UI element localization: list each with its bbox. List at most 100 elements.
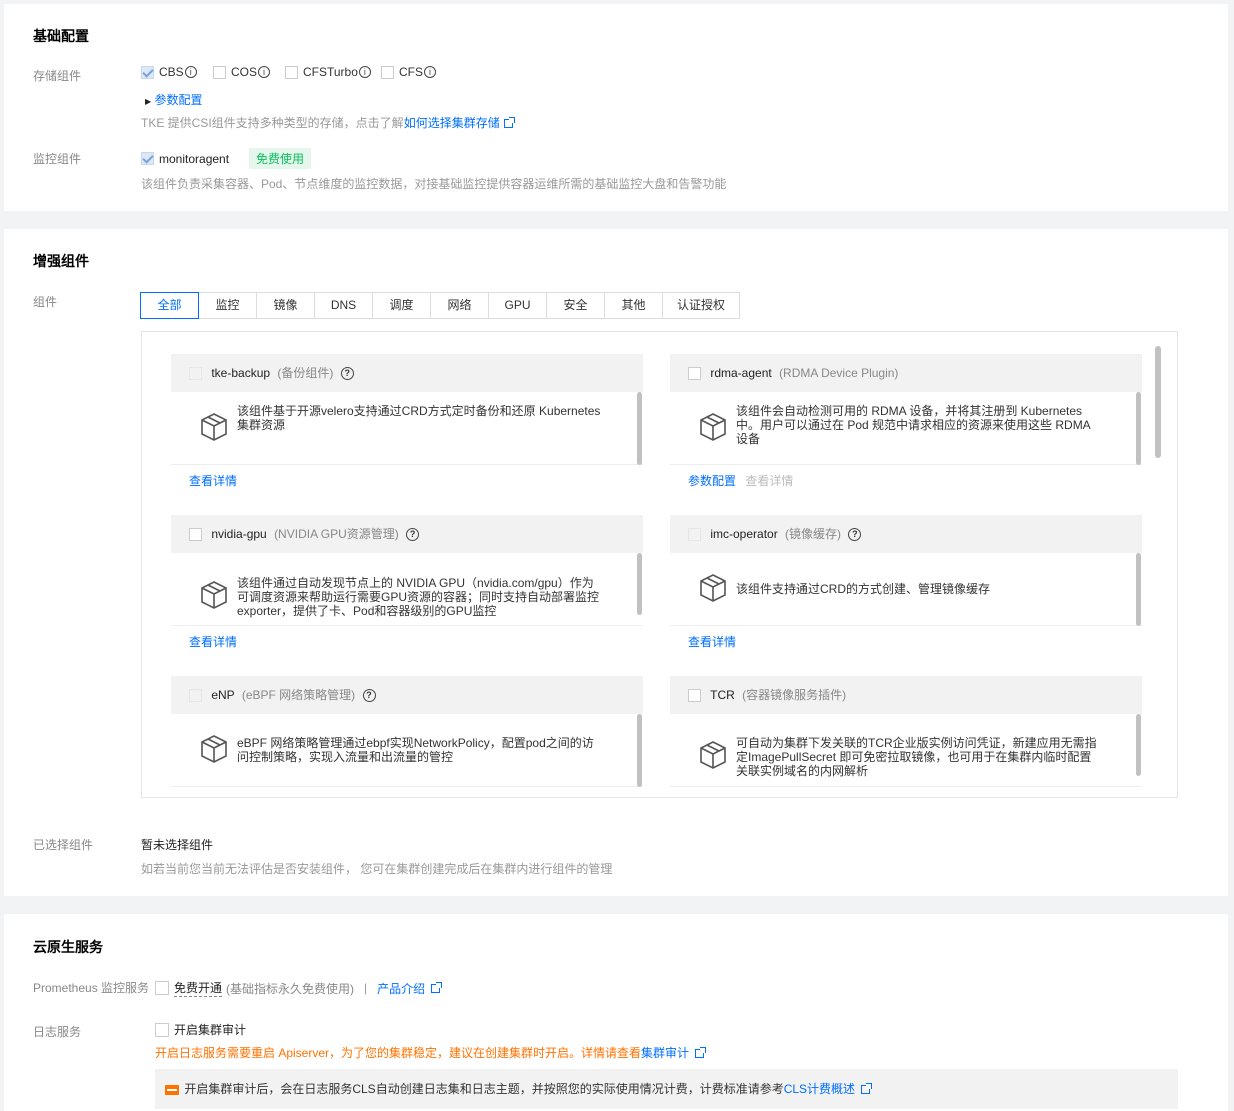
checkbox-cfs[interactable] (381, 65, 394, 79)
checkbox-prometheus[interactable] (155, 981, 169, 995)
selected-components-label: 已选择组件 (33, 838, 94, 852)
section-title-cloud: 云原生服务 (33, 939, 103, 955)
log-service-label: 日志服务 (33, 1025, 82, 1039)
billing-notice: 开启集群审计后，会在日志服务CLS自动创建日志集和日志主题，并按照您的实际使用情… (155, 1069, 1178, 1109)
view-details-link[interactable]: 查看详情 (189, 635, 237, 649)
separator: | (364, 981, 368, 995)
cluster-audit-link[interactable]: 集群审计 (641, 1046, 689, 1060)
checkbox-cos[interactable] (213, 65, 226, 79)
description-scrollbar[interactable] (1136, 392, 1142, 465)
component-name: tke-backup (211, 366, 271, 380)
description-scrollbar[interactable] (637, 553, 643, 626)
param-config-toggle[interactable]: ▶ 参数配置 (145, 91, 203, 108)
description-scrollbar[interactable] (637, 392, 643, 465)
checkbox-monitoragent[interactable] (141, 152, 154, 165)
tab-dns[interactable]: DNS (314, 292, 373, 319)
component-description: 该组件支持通过CRD的方式创建、管理镜像缓存 (670, 553, 1142, 626)
checkbox-rdma-agent[interactable] (688, 367, 701, 381)
help-icon[interactable]: ? (848, 528, 862, 542)
storage-label: 存储组件 (33, 69, 82, 83)
description-text: eBPF 网络策略管理通过ebpf实现NetworkPolicy，配置pod之间… (237, 736, 594, 764)
checkbox-enp[interactable] (189, 689, 202, 703)
storage-option-cos[interactable]: COS i (213, 65, 285, 79)
component-subtitle: (容器镜像服务插件) (742, 688, 847, 702)
storage-option-cbs[interactable]: CBS i (141, 65, 213, 79)
component-header: TCR (容器镜像服务插件) (670, 676, 1142, 714)
tab-all[interactable]: 全部 (140, 292, 199, 319)
component-links: 查看详情 (171, 465, 643, 493)
component-list-scrollbar[interactable] (1155, 346, 1161, 789)
package-icon (201, 413, 227, 441)
description-scrollbar[interactable] (1136, 553, 1142, 626)
monitor-hint: 该组件负责采集容器、Pod、节点维度的监控数据，对接基础监控提供容器运维所需的基… (141, 177, 727, 191)
tab-gpu[interactable]: GPU (488, 292, 547, 319)
checkbox-tke-backup[interactable] (189, 367, 202, 381)
log-audit-option[interactable]: 开启集群审计 (155, 1021, 246, 1038)
info-icon[interactable]: i (184, 66, 197, 78)
description-text: 该组件会自动检测可用的 RDMA 设备，并将其注册到 Kubernetes 中。… (736, 404, 1091, 446)
view-details-link[interactable]: 查看详情 (688, 635, 736, 649)
component-card-nvidia-gpu: nvidia-gpu (NVIDIA GPU资源管理) ? 该组件通过自动发现节… (171, 515, 643, 654)
view-details-link-disabled: 查看详情 (745, 474, 794, 488)
external-link-icon (503, 117, 515, 129)
option-label: COS (231, 65, 258, 79)
component-links: 参数配置 查看详情 (670, 465, 1142, 493)
product-intro-link[interactable]: 产品介绍 (377, 980, 425, 997)
component-links: 查看详情 (171, 626, 643, 654)
info-icon[interactable]: i (258, 66, 271, 78)
component-description: 可自动为集群下发关联的TCR企业版实例访问凭证，新建应用无需指定ImagePul… (670, 714, 1142, 787)
info-icon[interactable]: i (358, 66, 371, 78)
component-description: 该组件通过自动发现节点上的 NVIDIA GPU（nvidia.com/gpu）… (171, 553, 643, 626)
monitor-label: 监控组件 (33, 152, 82, 166)
cls-billing-link[interactable]: CLS计费概述 (784, 1082, 855, 1096)
free-use-badge: 免费使用 (249, 148, 312, 169)
prometheus-option: 免费开通 (基础指标永久免费使用) | 产品介绍 (155, 979, 443, 997)
storage-option-cfsturbo[interactable]: CFSTurbo i (285, 65, 381, 79)
description-scrollbar[interactable] (1136, 714, 1142, 787)
checkbox-imc-operator[interactable] (688, 528, 701, 542)
package-icon (201, 735, 227, 763)
component-header: eNP (eBPF 网络策略管理) ? (171, 676, 643, 714)
component-name: eNP (211, 688, 235, 702)
tab-monitor[interactable]: 监控 (198, 292, 257, 319)
storage-option-cfs[interactable]: CFS i (381, 65, 453, 79)
param-config-link[interactable]: 参数配置 (688, 474, 736, 488)
component-subtitle: (NVIDIA GPU资源管理) (274, 527, 399, 541)
help-icon[interactable]: ? (406, 528, 420, 542)
checkbox-tcr[interactable] (688, 689, 701, 703)
component-card-tke-backup: tke-backup (备份组件) ? 该组件基于开源velero支持通过CRD… (171, 354, 643, 493)
view-details-link[interactable]: 查看详情 (189, 474, 237, 488)
tab-auth[interactable]: 认证授权 (662, 292, 740, 319)
tab-network[interactable]: 网络 (430, 292, 489, 319)
help-icon[interactable]: ? (340, 367, 354, 381)
tab-image[interactable]: 镜像 (256, 292, 315, 319)
prometheus-option-label[interactable]: 免费开通 (174, 979, 223, 997)
storage-hint-text: TKE 提供CSI组件支持多种类型的存储，点击了解 (141, 116, 404, 130)
caret-right-icon: ▶ (145, 97, 152, 106)
section-title-basic: 基础配置 (33, 28, 89, 44)
component-card-rdma-agent: rdma-agent (RDMA Device Plugin) 该组件会自动检测… (670, 354, 1142, 493)
param-config-link[interactable]: 参数配置 (155, 93, 203, 107)
info-icon[interactable]: i (424, 66, 436, 78)
component-subtitle: (镜像缓存) (785, 527, 842, 541)
component-card-enp: eNP (eBPF 网络策略管理) ? eBPF 网络策略管理通过ebpf实现N… (171, 676, 643, 787)
checkbox-cluster-audit[interactable] (155, 1022, 169, 1037)
checkbox-cfsturbo[interactable] (285, 65, 298, 79)
log-warning: 开启日志服务需要重启 Apiserver，为了您的集群稳定，建议在创建集群时开启… (155, 1044, 707, 1061)
prometheus-label: Prometheus 监控服务 (33, 981, 150, 995)
component-header: tke-backup (备份组件) ? (171, 354, 643, 392)
storage-hint: TKE 提供CSI组件支持多种类型的存储，点击了解如何选择集群存储 (141, 114, 515, 131)
description-scrollbar[interactable] (637, 714, 643, 787)
tab-security[interactable]: 安全 (546, 292, 605, 319)
component-description: 该组件基于开源velero支持通过CRD方式定时备份和还原 Kubernetes… (171, 392, 643, 465)
help-icon[interactable]: ? (362, 689, 376, 703)
scrollbar-thumb[interactable] (1155, 346, 1161, 458)
tab-schedule[interactable]: 调度 (372, 292, 431, 319)
checkbox-nvidia-gpu[interactable] (189, 528, 202, 542)
monitor-option[interactable]: monitoragent 免费使用 (141, 148, 312, 169)
checkbox-cbs[interactable] (141, 65, 154, 79)
tab-other[interactable]: 其他 (604, 292, 663, 319)
component-name: imc-operator (710, 527, 778, 541)
option-label: CBS (159, 65, 184, 79)
storage-guide-link[interactable]: 如何选择集群存储 (404, 116, 500, 130)
